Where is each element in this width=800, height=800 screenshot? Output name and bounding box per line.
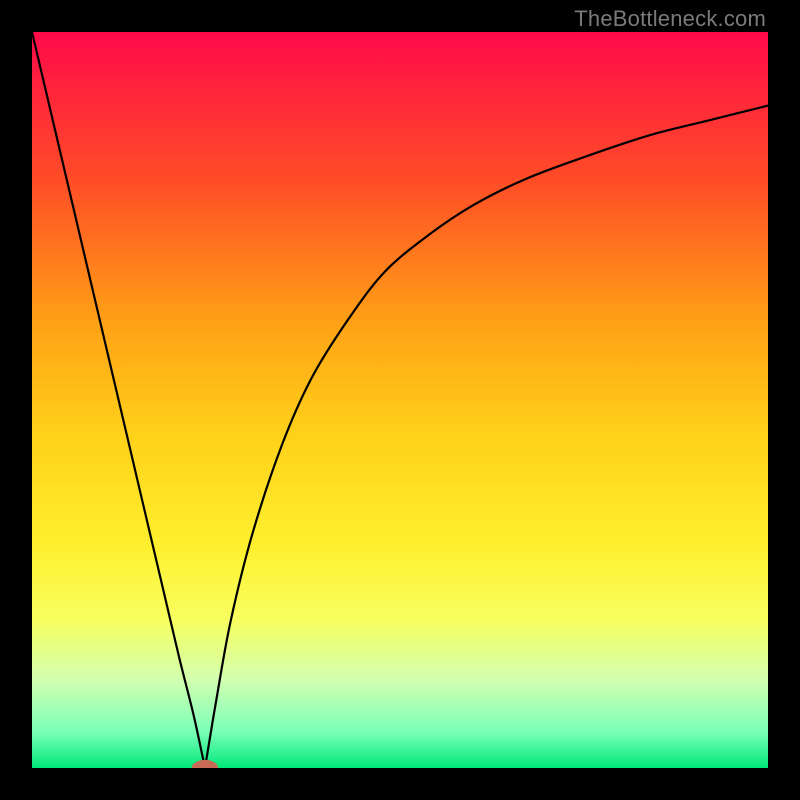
chart-frame: TheBottleneck.com [0, 0, 800, 800]
chart-svg [32, 32, 768, 768]
watermark-label: TheBottleneck.com [574, 6, 766, 32]
plot-area [32, 32, 768, 768]
gradient-background [32, 32, 768, 768]
